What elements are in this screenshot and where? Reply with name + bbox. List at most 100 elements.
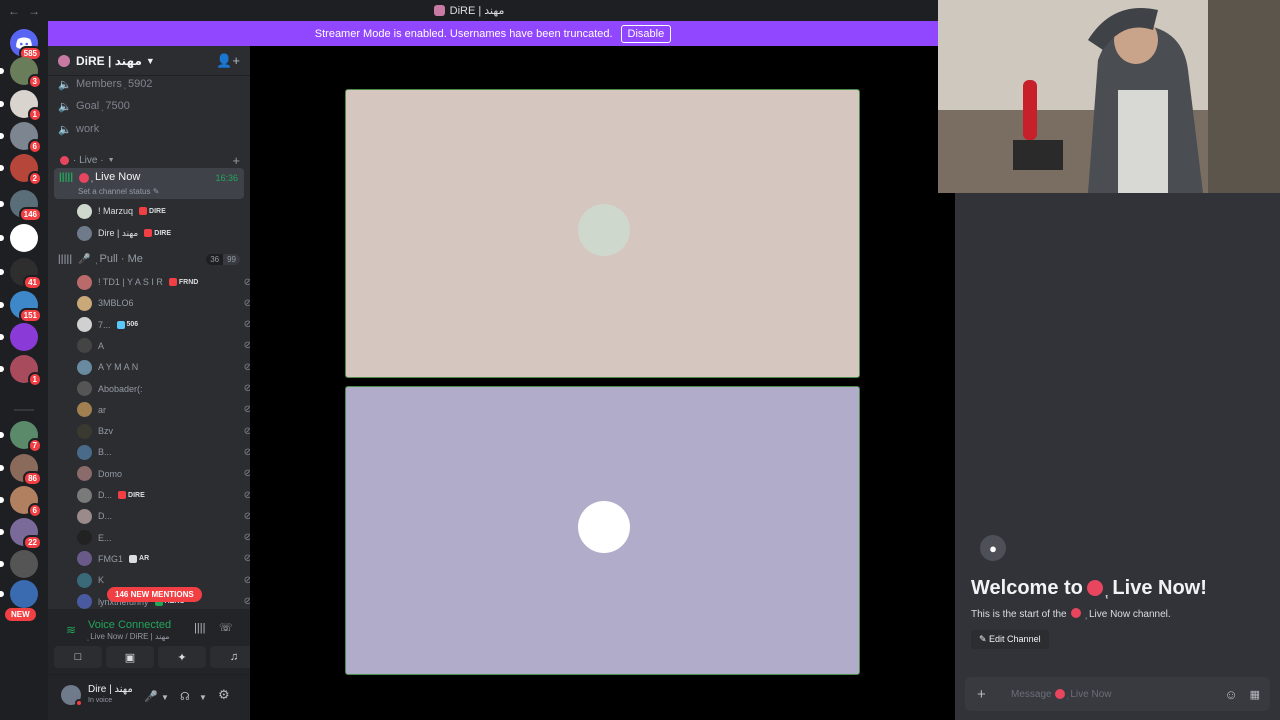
category-label: · Live · bbox=[73, 155, 104, 166]
server-icon[interactable]: 1 bbox=[0, 355, 42, 387]
screen-share-button[interactable]: ▣ bbox=[106, 646, 154, 668]
server-icon[interactable]: 1 bbox=[0, 90, 42, 122]
server-icon[interactable]: 7 bbox=[0, 421, 42, 453]
user-name: 7... bbox=[98, 319, 111, 330]
tag-label: DIRE bbox=[128, 491, 145, 499]
chevron-down-icon: ▼ bbox=[107, 157, 115, 164]
user-tag: FRND bbox=[168, 278, 198, 286]
tag-icon bbox=[144, 229, 153, 237]
create-channel-plus-icon[interactable]: + bbox=[232, 153, 240, 168]
voice-user[interactable]: Abobader(: ⊘ bbox=[77, 379, 252, 399]
apps-icon[interactable]: ▦ bbox=[1250, 688, 1260, 701]
server-icon[interactable]: 146 bbox=[0, 190, 42, 222]
unread-badge: 86 bbox=[23, 471, 42, 486]
user-name: B... bbox=[98, 447, 112, 458]
disable-streamer-mode-button[interactable]: Disable bbox=[620, 24, 672, 43]
set-channel-status[interactable]: Set a channel status ✎ bbox=[78, 187, 159, 196]
user-tag: DIRE bbox=[144, 229, 171, 237]
participant-tile[interactable] bbox=[345, 89, 860, 378]
avatar bbox=[77, 359, 92, 375]
unread-pip bbox=[0, 165, 4, 171]
chevron-down-icon[interactable]: ▼ bbox=[161, 693, 169, 702]
activities-button[interactable]: ✦ bbox=[158, 646, 206, 668]
server-icon[interactable]: 3 bbox=[0, 57, 42, 89]
user-name: A bbox=[98, 340, 105, 351]
voice-user[interactable]: E... ⊘ bbox=[77, 528, 252, 548]
voice-user[interactable]: ! Marzuq DIRE bbox=[77, 201, 237, 221]
guild-header[interactable]: DiRE | مهند ▼ 👤+ bbox=[48, 46, 250, 76]
noise-suppression-icon[interactable]: |||| bbox=[194, 622, 205, 634]
server-icon[interactable]: 22 bbox=[0, 518, 42, 550]
voice-user[interactable]: D... ⊘ bbox=[77, 506, 252, 526]
message-input[interactable]: Message ᷂ Live Now bbox=[1011, 689, 1111, 700]
home-button[interactable]: 585 bbox=[10, 29, 42, 61]
unread-pip bbox=[0, 269, 4, 275]
voice-user[interactable]: Domo ⊘ bbox=[77, 464, 252, 484]
live-dot-icon bbox=[1071, 608, 1082, 618]
user-name: FMG1 bbox=[98, 553, 124, 564]
live-dot-icon bbox=[1054, 689, 1065, 699]
window-title: DiRE | مهند bbox=[0, 4, 938, 17]
voice-user[interactable]: FMG1 AR ⊘ bbox=[77, 549, 252, 569]
user-name: D... bbox=[98, 511, 113, 522]
status-indicator bbox=[75, 699, 83, 707]
voice-user[interactable]: 3MBLO6 ⊘ bbox=[77, 293, 252, 313]
avatar bbox=[77, 551, 92, 567]
server-icon[interactable]: 86 bbox=[0, 454, 42, 486]
signal-icon[interactable]: ≋ bbox=[66, 623, 76, 637]
avatar bbox=[77, 487, 92, 503]
gear-icon[interactable]: ⚙ bbox=[218, 687, 230, 703]
voice-connected-label[interactable]: Voice Connected bbox=[88, 619, 171, 631]
channel-work[interactable]: 🔈 work bbox=[58, 119, 240, 139]
channel-pull-me[interactable]: ||||| 🎤 ᷂ Pull · Me 36 99 bbox=[58, 249, 240, 269]
server-icon[interactable] bbox=[0, 323, 38, 351]
channel-live-now[interactable]: ||||| ᷂ Live Now 16:36 Set a channel sta… bbox=[54, 168, 244, 199]
voice-user[interactable]: 7... 506 ⊘ bbox=[77, 315, 252, 335]
server-icon[interactable]: 41 bbox=[0, 258, 42, 290]
server-icon[interactable]: 6 bbox=[0, 122, 42, 154]
emoji-icon[interactable]: ☺ bbox=[1224, 687, 1237, 702]
voice-user[interactable]: Bzv ⊘ bbox=[77, 421, 252, 441]
new-unreads-pill[interactable]: NEW bbox=[5, 608, 36, 621]
voice-user[interactable]: Dire | مهند DIRE bbox=[77, 223, 237, 243]
channel-members[interactable]: 🔈 Members ᷂ 5902 bbox=[58, 74, 240, 94]
server-icon[interactable]: 151 bbox=[0, 291, 42, 323]
server-icon[interactable] bbox=[0, 580, 38, 608]
message-composer[interactable]: + Message ᷂ Live Now ☺ ▦ bbox=[965, 677, 1270, 711]
chevron-down-icon[interactable]: ▼ bbox=[199, 693, 207, 702]
new-mentions-pill[interactable]: 146 NEW MENTIONS bbox=[107, 587, 202, 602]
category-live[interactable]: · Live · ▼ + bbox=[60, 153, 240, 168]
participant-tile[interactable] bbox=[345, 386, 860, 675]
welcome-text: Welcome to bbox=[971, 577, 1083, 599]
tag-icon bbox=[168, 278, 177, 286]
voice-user[interactable]: ! TD1 | Y A S I R FRND ⊘ bbox=[77, 272, 252, 292]
screen-share-icon: ▣ bbox=[124, 651, 136, 664]
microphone-icon: 🎤 bbox=[78, 253, 91, 265]
server-icon[interactable]: 2 bbox=[0, 154, 42, 186]
unread-pip bbox=[0, 68, 4, 74]
camera-off-button[interactable]: □ bbox=[54, 646, 102, 668]
unread-pip bbox=[0, 465, 4, 471]
invite-people-icon[interactable]: 👤+ bbox=[216, 53, 240, 69]
start-prefix: This is the start of the bbox=[971, 609, 1067, 620]
voice-user[interactable]: A ⊘ bbox=[77, 336, 252, 356]
voice-user[interactable]: B... ⊘ bbox=[77, 442, 252, 462]
server-icon[interactable] bbox=[0, 550, 38, 578]
voice-user[interactable]: A Y M A N ⊘ bbox=[77, 357, 252, 377]
voice-user[interactable]: ar ⊘ bbox=[77, 400, 252, 420]
unread-badge: 146 bbox=[18, 207, 42, 222]
voice-speaker-icon: 🔈 bbox=[58, 123, 72, 136]
voice-stage bbox=[250, 46, 938, 720]
disconnect-icon[interactable]: ☏ bbox=[219, 621, 233, 634]
user-name[interactable]: Dire | مهند bbox=[88, 684, 133, 695]
voice-user[interactable]: D... DIRE ⊘ bbox=[77, 485, 252, 505]
upload-plus-icon[interactable]: + bbox=[977, 686, 997, 703]
edit-channel-button[interactable]: ✎ Edit Channel bbox=[971, 630, 1049, 649]
server-icon[interactable] bbox=[0, 224, 38, 252]
microphone-icon[interactable]: 🎤 bbox=[144, 690, 158, 703]
channel-goal[interactable]: 🔈 Goal ᷂ 7500 bbox=[58, 96, 240, 116]
server-rail: 585 3 1 6 2 146 41 151 1 7 86 6 22 NEW bbox=[0, 21, 48, 720]
server-icon[interactable]: 6 bbox=[0, 486, 42, 518]
headphones-icon[interactable]: ☊ bbox=[180, 690, 190, 703]
voice-location[interactable]: ᷂ Live Now / DiRE | مهند bbox=[88, 632, 170, 641]
